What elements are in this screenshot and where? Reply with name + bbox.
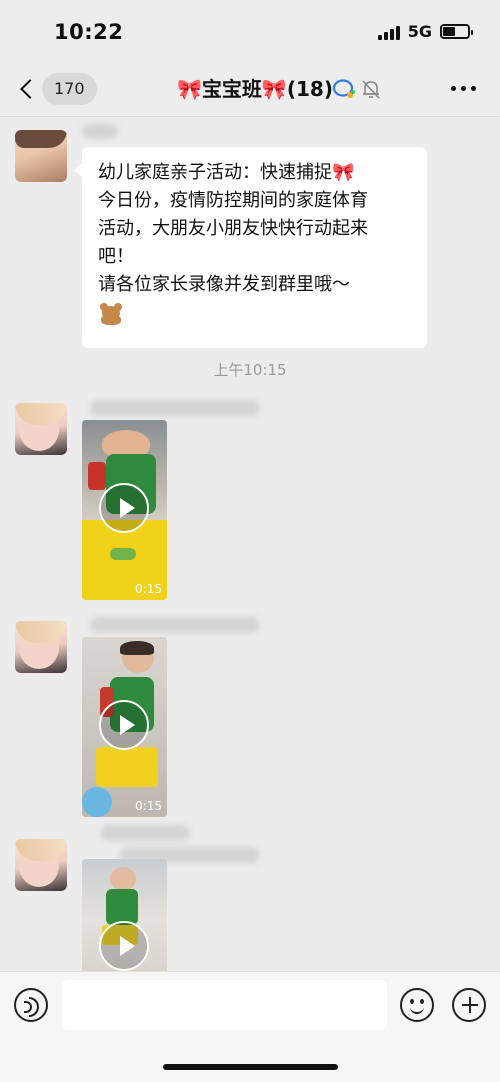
video-message[interactable]: 0:15 [82,637,167,817]
video-message[interactable] [82,859,167,971]
play-icon[interactable] [99,483,149,533]
mute-bell-icon [362,80,380,99]
message-line: 幼儿家庭亲子活动：快速捕捉🎀 [98,162,355,183]
play-icon[interactable] [99,700,149,750]
avatar[interactable] [15,130,67,182]
message-line: 活动，大朋友小朋友快快行动起来 [98,218,368,239]
back-button[interactable] [16,74,40,104]
home-indicator [163,1064,338,1070]
voice-input-icon[interactable] [14,988,48,1022]
video-duration: 0:15 [135,582,162,596]
video-message[interactable]: 0:15 [82,420,167,600]
status-time: 10:22 [54,20,124,44]
status-bar: 10:22 5G [0,0,500,62]
message-bubble[interactable]: 幼儿家庭亲子活动：快速捕捉🎀 今日份，疫情防控期间的家庭体育 活动，大朋友小朋友… [74,147,427,348]
message-line: 今日份，疫情防控期间的家庭体育 [98,190,368,211]
more-options-button[interactable] [451,86,476,91]
message-list[interactable]: 幼儿家庭亲子活动：快速捕捉🎀 今日份，疫情防控期间的家庭体育 活动，大朋友小朋友… [0,117,500,971]
avatar[interactable] [15,839,67,891]
message-input[interactable] [62,980,387,1030]
member-count: (18) [286,77,333,101]
sender-name-blurred [90,400,260,416]
battery-icon [440,24,473,39]
status-icons: 5G [377,22,473,41]
avatar[interactable] [15,403,67,455]
group-name: 🎀宝宝班🎀 [177,77,287,101]
sender-name-blurred [82,123,118,139]
chat-header: 170 🎀宝宝班🎀(18) [0,62,500,117]
message-line: 吧！ [98,246,134,267]
video-duration: 0:15 [135,799,162,813]
teddy-bear-icon [98,303,124,325]
enterprise-chat-icon [332,79,355,98]
network-type: 5G [407,22,432,41]
message-timestamp: 上午10:15 [213,361,287,379]
play-icon[interactable] [99,921,149,971]
sender-name-blurred [90,617,260,633]
chat-title: 🎀宝宝班🎀(18) [150,74,360,104]
sender-name-blurred [100,825,190,841]
message-line: 请各位家长录像并发到群里哦～ [98,274,350,295]
emoji-icon[interactable] [400,988,434,1022]
avatar[interactable] [15,621,67,673]
chevron-left-icon [20,79,40,99]
unread-count-badge[interactable]: 170 [42,73,97,105]
signal-icon [377,24,400,40]
input-bar [0,971,500,1082]
plus-icon[interactable] [452,988,486,1022]
